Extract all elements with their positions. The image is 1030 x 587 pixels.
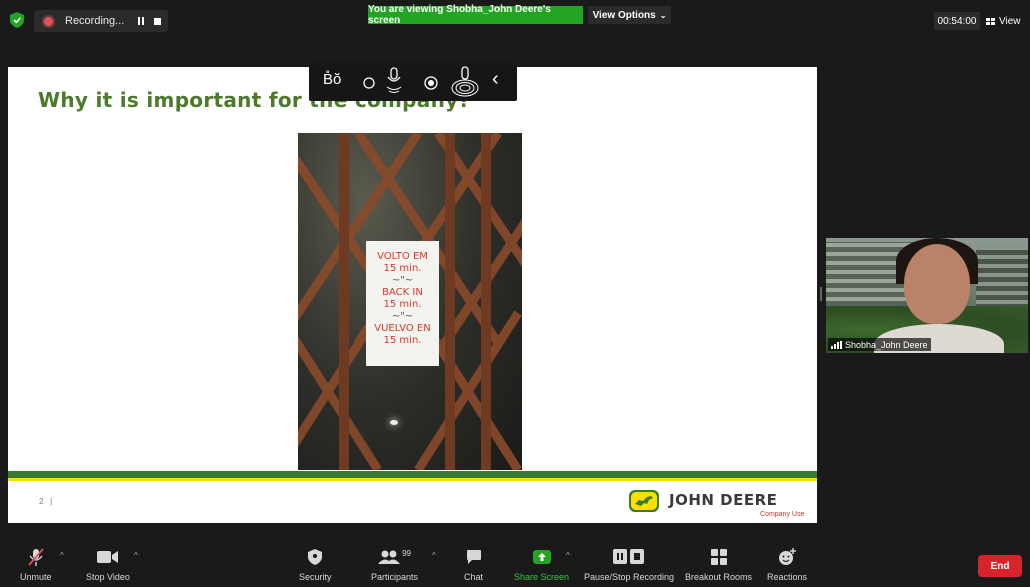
- panel-resize-handle[interactable]: [820, 287, 822, 301]
- participants-options-chevron-icon[interactable]: ^: [432, 551, 436, 560]
- unmute-label: Unmute: [20, 572, 52, 582]
- meeting-controls-bar: Unmute ^ Stop Video ^ Security 99 Partic…: [0, 543, 1030, 587]
- record-dot-icon[interactable]: [424, 76, 438, 90]
- breakout-rooms-button[interactable]: Breakout Rooms: [685, 547, 752, 582]
- view-options-label: View Options: [592, 9, 656, 21]
- muted-microphone-icon: [28, 548, 44, 566]
- handwritten-note: VOLTO EM 15 min. ~"~ BACK IN 15 min. ~"~…: [366, 241, 439, 366]
- chat-bubble-icon: [466, 550, 481, 564]
- end-meeting-button[interactable]: End: [978, 555, 1022, 577]
- viewing-screen-banner: You are viewing Shobha_John Deere's scre…: [368, 4, 583, 26]
- share-screen-button[interactable]: Share Screen: [514, 547, 569, 582]
- security-label: Security: [299, 572, 332, 582]
- microphone-icon[interactable]: [385, 67, 403, 95]
- reactions-label: Reactions: [767, 572, 808, 582]
- share-screen-label: Share Screen: [514, 572, 570, 582]
- reactions-button[interactable]: Reactions: [767, 547, 807, 582]
- classification-label: Company Use: [760, 511, 805, 518]
- participants-label: Participants: [371, 572, 419, 582]
- security-button[interactable]: Security: [299, 547, 332, 582]
- meeting-timer: 00:54:00: [934, 12, 980, 30]
- participant-face: [904, 244, 970, 324]
- shared-screen[interactable]: Why it is important for the company? VOL…: [8, 67, 817, 523]
- chat-button[interactable]: Chat: [464, 547, 483, 582]
- grid-view-icon: [986, 17, 995, 25]
- light-reflection: [390, 420, 398, 425]
- pause-stop-recording-icon: [613, 549, 645, 564]
- mic-spotlight-icon[interactable]: [450, 66, 480, 98]
- stop-video-label: Stop Video: [86, 572, 130, 582]
- stop-video-button[interactable]: Stop Video: [86, 547, 130, 582]
- pause-recording-icon[interactable]: [138, 17, 145, 25]
- pause-stop-recording-button[interactable]: Pause/Stop Recording: [584, 547, 674, 582]
- view-options-button[interactable]: View Options ⌄: [588, 6, 671, 24]
- recording-label: Recording...: [65, 15, 125, 27]
- audio-options-chevron-icon[interactable]: ^: [60, 551, 64, 560]
- chat-label: Chat: [464, 572, 484, 582]
- brand-green-stripe: [8, 471, 817, 478]
- chevron-down-icon: ⌄: [659, 10, 667, 20]
- stop-recording-icon[interactable]: [154, 17, 162, 25]
- breakout-rooms-icon: [710, 549, 727, 565]
- view-button[interactable]: View: [986, 12, 1026, 30]
- participant-video-tile[interactable]: Shobha_John Deere: [826, 238, 1028, 353]
- pause-stop-recording-label: Pause/Stop Recording: [584, 572, 675, 582]
- slide-page-number: 2 |: [39, 497, 53, 506]
- breakout-rooms-label: Breakout Rooms: [685, 572, 753, 582]
- john-deere-deer-logo-icon: [629, 490, 659, 512]
- circle-icon[interactable]: [363, 77, 375, 89]
- participant-name-tag: Shobha_John Deere: [828, 338, 931, 351]
- annotation-toolbar: B̊ŏ ‹: [309, 62, 517, 101]
- text-tool-icon[interactable]: B̊ŏ: [323, 71, 341, 88]
- encryption-shield-icon[interactable]: [10, 12, 24, 28]
- share-options-chevron-icon[interactable]: ^: [566, 551, 570, 560]
- connection-signal-icon: [831, 340, 842, 349]
- shield-icon: [308, 549, 323, 565]
- view-label: View: [999, 15, 1021, 27]
- participants-icon: [378, 550, 401, 564]
- recording-dot-icon: [44, 16, 53, 26]
- participant-name: Shobha_John Deere: [845, 339, 928, 350]
- slide-photo: VOLTO EM 15 min. ~"~ BACK IN 15 min. ~"~…: [298, 133, 522, 470]
- slide-footer: 2 | JOHN DEERE Company Use: [8, 481, 817, 523]
- participant-count: 99: [402, 548, 411, 558]
- unmute-button[interactable]: Unmute: [20, 547, 52, 582]
- participants-button[interactable]: 99 Participants: [371, 547, 419, 583]
- video-camera-icon: [96, 551, 118, 563]
- share-screen-arrow-icon: [532, 550, 551, 564]
- recording-indicator[interactable]: Recording...: [34, 10, 168, 32]
- top-bar: Recording... You are viewing Shobha_John…: [0, 0, 1030, 62]
- brand-name: JOHN DEERE: [669, 491, 778, 509]
- collapse-chevron-icon[interactable]: ‹: [492, 68, 499, 91]
- video-options-chevron-icon[interactable]: ^: [134, 551, 138, 560]
- smiley-plus-icon: [779, 548, 797, 565]
